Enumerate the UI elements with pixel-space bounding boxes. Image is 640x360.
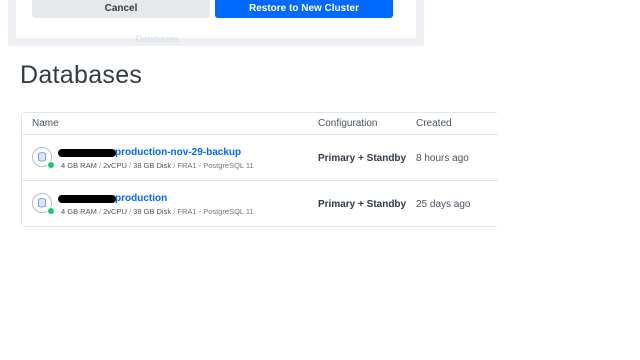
- cpu-spec: 2vCPU: [103, 161, 127, 170]
- ram-spec: 4 GB RAM: [61, 161, 97, 170]
- restore-to-new-cluster-button[interactable]: Restore to New Cluster: [215, 0, 393, 18]
- ram-spec: 4 GB RAM: [61, 207, 97, 216]
- ghost-text-left: Databases: [136, 34, 180, 44]
- spec-separator: /: [128, 161, 132, 170]
- column-header-configuration: Configuration: [318, 118, 378, 129]
- spec-separator: /: [128, 207, 132, 216]
- created-value: 25 days ago: [416, 199, 471, 210]
- cpu-spec: 2vCPU: [103, 207, 127, 216]
- databases-table: Name Configuration Created production-no…: [21, 112, 498, 227]
- spec-separator: /: [173, 207, 176, 216]
- table-row[interactable]: production-nov-29-backup 4 GB RAM / 2vCP…: [22, 134, 498, 180]
- column-header-name: Name: [32, 118, 59, 129]
- spec-separator: /: [98, 161, 102, 170]
- region-engine: FRA1 - PostgreSQL 11: [177, 207, 254, 216]
- database-name-link[interactable]: production: [115, 193, 167, 204]
- configuration-value: Primary + Standby: [318, 153, 407, 164]
- database-specs: 4 GB RAM / 2vCPU / 38 GB Disk / FRA1 - P…: [61, 207, 254, 216]
- configuration-value: Primary + Standby: [318, 199, 407, 210]
- database-specs: 4 GB RAM / 2vCPU / 38 GB Disk / FRA1 - P…: [61, 161, 254, 170]
- table-row[interactable]: production 4 GB RAM / 2vCPU / 38 GB Disk…: [22, 180, 498, 226]
- page-title: Databases: [20, 61, 143, 89]
- disk-spec: 38 GB Disk: [133, 161, 172, 170]
- redaction-mark: [58, 195, 116, 203]
- database-name-link[interactable]: production-nov-29-backup: [115, 147, 241, 158]
- created-value: 8 hours ago: [416, 153, 469, 164]
- cancel-button[interactable]: Cancel: [32, 0, 210, 18]
- column-header-created: Created: [416, 118, 452, 129]
- spec-separator: /: [173, 161, 176, 170]
- status-online-indicator: [47, 207, 55, 215]
- spec-separator: /: [98, 207, 102, 216]
- disk-spec: 38 GB Disk: [133, 207, 172, 216]
- region-engine: FRA1 - PostgreSQL 11: [177, 161, 254, 170]
- redaction-mark: [58, 149, 116, 157]
- status-online-indicator: [47, 161, 55, 169]
